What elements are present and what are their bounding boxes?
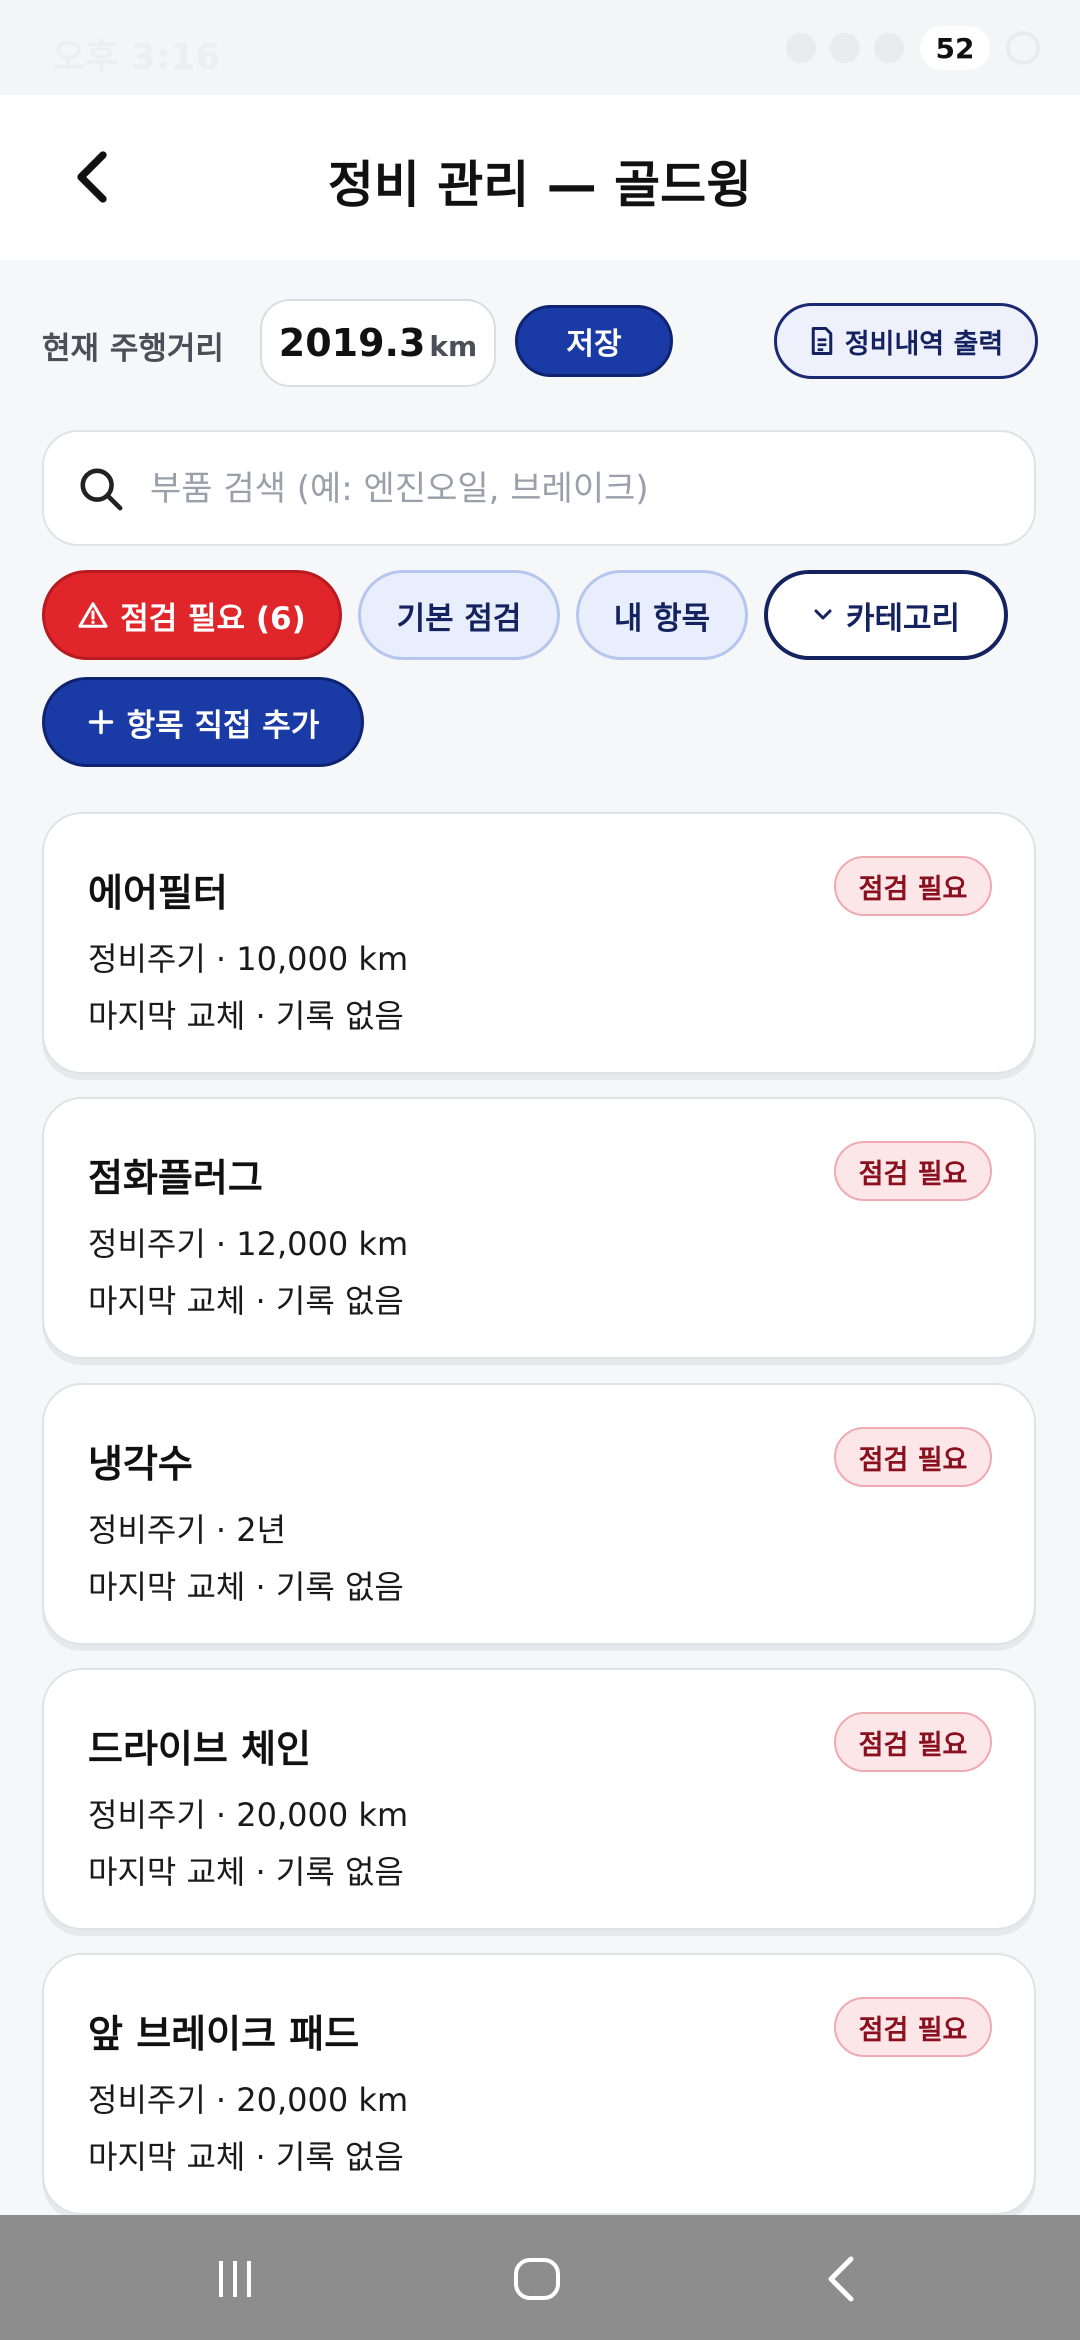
filter-category-label: 카테고리 (845, 600, 961, 637)
system-nav-bar (0, 2215, 1080, 2340)
item-last-replaced: 마지막 교체 · 기록 없음 (88, 1568, 404, 1606)
item-cycle: 정비주기 · 20,000 km (88, 2081, 409, 2119)
recent-apps-button[interactable] (195, 2239, 275, 2319)
item-name: 점화플러그 (88, 1156, 263, 1200)
add-item-label: 항목 직접 추가 (126, 707, 320, 744)
status-badge: 점검 필요 (834, 1997, 992, 2057)
filter-needs-check[interactable]: 점검 필요 (6) (42, 570, 342, 660)
filter-mine[interactable]: 내 항목 (576, 570, 748, 660)
battery-level: 52 (920, 26, 990, 70)
print-history-label: 정비내역 출력 (844, 328, 1004, 360)
maintenance-item-card[interactable]: 앞 브레이크 패드 정비주기 · 20,000 km 마지막 교체 · 기록 없… (42, 1953, 1036, 2215)
item-cycle: 정비주기 · 12,000 km (88, 1225, 409, 1263)
filter-category-dropdown[interactable]: 카테고리 (764, 570, 1008, 660)
status-badge: 점검 필요 (834, 1141, 992, 1201)
status-time: 오후 3:16 (52, 37, 221, 78)
maintenance-item-card[interactable]: 에어필터 정비주기 · 10,000 km 마지막 교체 · 기록 없음 점검 … (42, 812, 1036, 1074)
item-last-replaced: 마지막 교체 · 기록 없음 (88, 2138, 404, 2176)
odometer-label: 현재 주행거리 (42, 331, 224, 367)
maintenance-item-card[interactable]: 드라이브 체인 정비주기 · 20,000 km 마지막 교체 · 기록 없음 … (42, 1668, 1036, 1930)
item-cycle: 정비주기 · 10,000 km (88, 940, 409, 978)
search-bar (42, 430, 1036, 546)
home-icon (514, 2258, 560, 2300)
app-bar: 정비 관리 — 골드윙 (0, 95, 1080, 260)
add-item-button[interactable]: 항목 직접 추가 (42, 677, 364, 767)
page-title: 정비 관리 — 골드윙 (327, 156, 753, 214)
signal-icon (874, 33, 904, 63)
recent-apps-icon (219, 2261, 251, 2297)
item-name: 드라이브 체인 (88, 1727, 311, 1771)
odometer-field[interactable]: 2019.3 km (260, 299, 496, 387)
search-input[interactable] (148, 452, 1012, 526)
print-history-button[interactable]: 정비내역 출력 (774, 303, 1038, 379)
save-button[interactable]: 저장 (515, 305, 673, 377)
item-last-replaced: 마지막 교체 · 기록 없음 (88, 1282, 404, 1320)
item-cycle: 정비주기 · 2년 (88, 1511, 287, 1549)
item-name: 에어필터 (88, 871, 228, 915)
status-badge: 점검 필요 (834, 1712, 992, 1772)
filter-needs-check-label: 점검 필요 (6) (120, 600, 306, 637)
document-icon (811, 327, 833, 355)
notification-icon (786, 33, 816, 63)
item-cycle: 정비주기 · 20,000 km (88, 1796, 409, 1834)
warning-icon (78, 602, 108, 628)
filter-basic-label: 기본 점검 (396, 600, 522, 637)
status-badge: 점검 필요 (834, 856, 992, 916)
filter-basic[interactable]: 기본 점검 (358, 570, 560, 660)
status-badge: 점검 필요 (834, 1427, 992, 1487)
wifi-icon (830, 33, 860, 63)
status-indicator-icons (786, 33, 904, 63)
odometer-value: 2019.3 (278, 321, 426, 365)
search-icon (80, 468, 123, 511)
item-last-replaced: 마지막 교체 · 기록 없음 (88, 1853, 404, 1891)
item-name: 냉각수 (88, 1442, 193, 1486)
chevron-down-icon (814, 609, 832, 620)
status-icons: 52 (786, 26, 1040, 70)
item-name: 앞 브레이크 패드 (88, 2012, 360, 2056)
odometer-unit: km (429, 329, 478, 363)
nav-back-button[interactable] (801, 2239, 881, 2319)
maintenance-item-card[interactable]: 점화플러그 정비주기 · 12,000 km 마지막 교체 · 기록 없음 점검… (42, 1097, 1036, 1359)
item-last-replaced: 마지막 교체 · 기록 없음 (88, 997, 404, 1035)
back-icon (828, 2256, 854, 2302)
filter-mine-label: 내 항목 (613, 600, 711, 637)
home-button[interactable] (497, 2239, 577, 2319)
maintenance-item-card[interactable]: 냉각수 정비주기 · 2년 마지막 교체 · 기록 없음 점검 필요 (42, 1383, 1036, 1645)
plus-icon (88, 709, 113, 735)
odometer-row: 현재 주행거리 2019.3 km 저장 정비내역 출력 (42, 295, 1042, 390)
sync-icon (1006, 31, 1040, 65)
status-bar: 오후 3:16 52 (0, 0, 1080, 95)
